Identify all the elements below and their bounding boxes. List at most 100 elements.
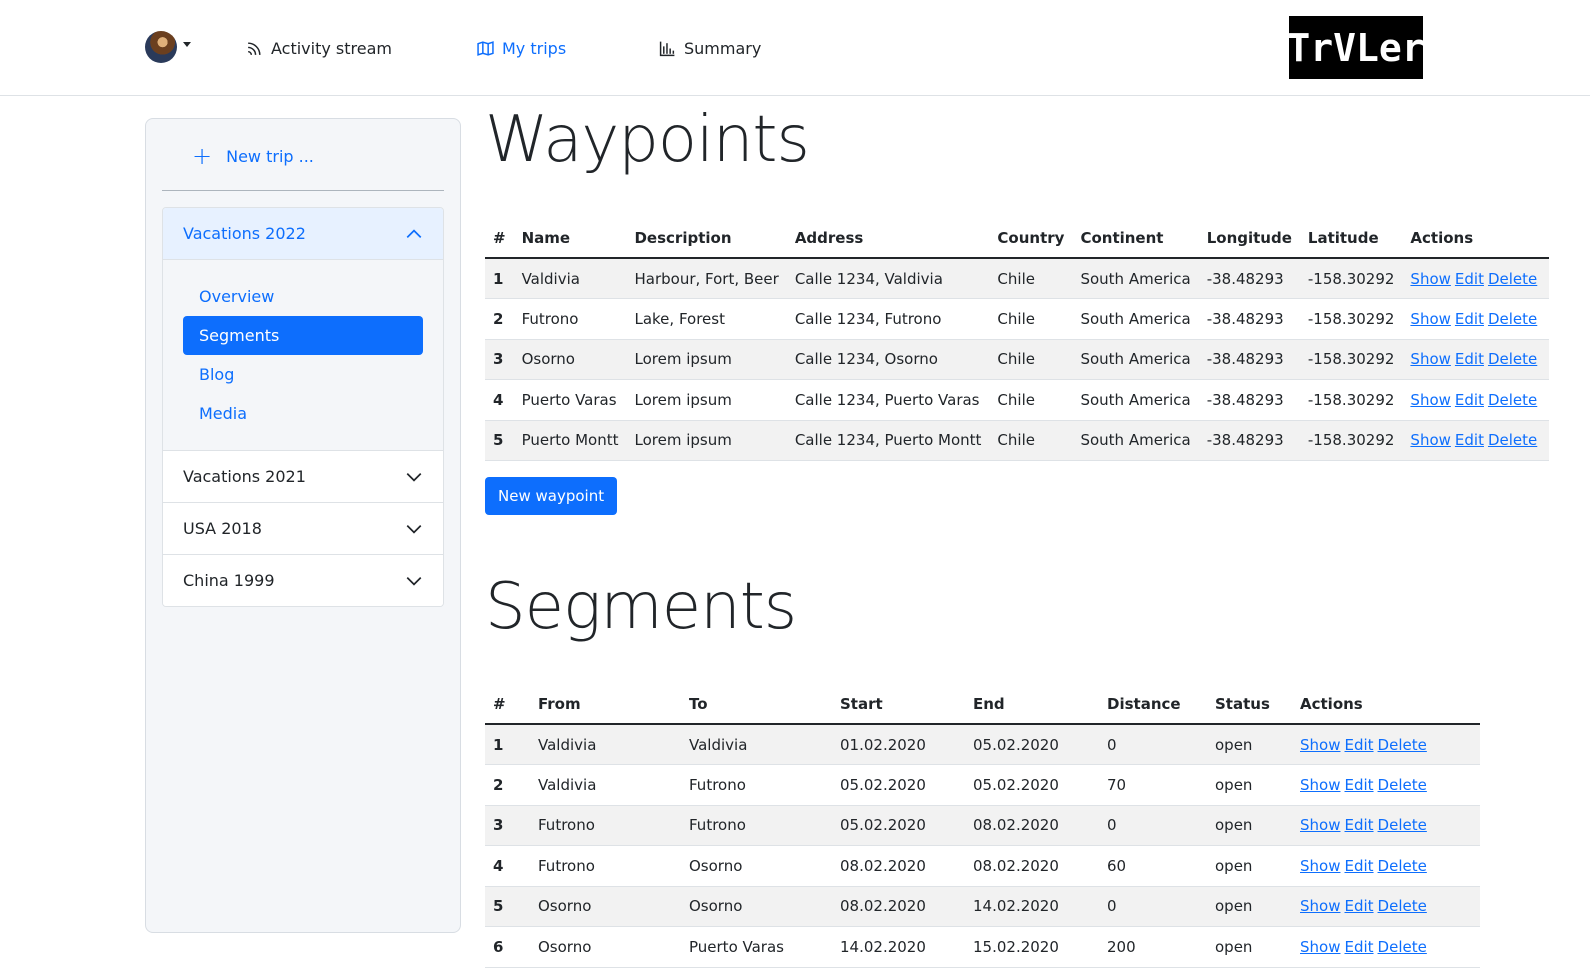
segment-header-cell: Distance xyxy=(1099,684,1207,725)
segment-header-cell: End xyxy=(965,684,1099,725)
waypoint-cell: Lake, Forest xyxy=(626,298,787,340)
new-trip-button[interactable]: + New trip ... xyxy=(192,144,314,168)
trip-vacations-2021-header[interactable]: Vacations 2021 xyxy=(163,450,443,502)
trip-item-media[interactable]: Media xyxy=(183,394,423,433)
segment-cell: 05.02.2020 xyxy=(832,805,965,846)
chevron-down-icon xyxy=(406,576,422,586)
delete-link[interactable]: Delete xyxy=(1488,270,1537,288)
new-waypoint-button[interactable]: New waypoint xyxy=(485,477,618,515)
segment-cell: Futrono xyxy=(530,805,681,846)
new-trip-label: New trip ... xyxy=(226,146,314,166)
caret-down-icon[interactable] xyxy=(183,42,191,47)
waypoint-cell: 3 xyxy=(485,339,514,380)
delete-link[interactable]: Delete xyxy=(1378,776,1427,794)
edit-link[interactable]: Edit xyxy=(1344,816,1373,834)
segment-header-cell: Actions xyxy=(1292,684,1480,725)
map-icon xyxy=(477,40,494,56)
waypoint-cell: -158.30292 xyxy=(1299,379,1403,421)
main-content: Waypoints # Name Description Address Country… xyxy=(485,96,1550,968)
waypoint-row: 2 Futrono Lake, Forest Calle 1234, Futrono C… xyxy=(485,298,1550,340)
waypoint-cell: -38.48293 xyxy=(1198,420,1300,461)
show-link[interactable]: Show xyxy=(1410,391,1450,409)
edit-link[interactable]: Edit xyxy=(1344,776,1373,794)
show-link[interactable]: Show xyxy=(1300,857,1340,875)
edit-link[interactable]: Edit xyxy=(1455,431,1484,449)
edit-link[interactable]: Edit xyxy=(1344,897,1373,915)
delete-link[interactable]: Delete xyxy=(1378,736,1427,754)
segment-cell: 08.02.2020 xyxy=(832,886,965,927)
nav-my-trips[interactable]: My trips xyxy=(477,36,566,60)
waypoint-cell: -158.30292 xyxy=(1299,298,1403,340)
show-link[interactable]: Show xyxy=(1300,776,1340,794)
trip-sidebar: + New trip ... Vacations 2022 Overview S… xyxy=(145,118,461,933)
segment-cell: 08.02.2020 xyxy=(832,845,965,887)
segment-cell: 0 xyxy=(1099,886,1207,927)
waypoint-cell: Calle 1234, Valdivia xyxy=(786,258,990,299)
segment-cell: 08.02.2020 xyxy=(965,845,1099,887)
waypoint-header-cell: # xyxy=(485,218,514,259)
trip-item-segments[interactable]: Segments xyxy=(183,316,423,355)
trip-item-blog[interactable]: Blog xyxy=(183,355,423,394)
trip-item-overview[interactable]: Overview xyxy=(183,277,423,316)
waypoint-actions-cell: Show Edit Delete xyxy=(1402,420,1550,461)
edit-link[interactable]: Edit xyxy=(1344,938,1373,956)
nav-summary[interactable]: Summary xyxy=(659,36,761,60)
show-link[interactable]: Show xyxy=(1300,816,1340,834)
waypoint-actions-cell: Show Edit Delete xyxy=(1402,298,1550,340)
waypoint-cell: Calle 1234, Futrono xyxy=(786,298,990,340)
segment-cell: 2 xyxy=(485,764,530,806)
trip-label: Vacations 2021 xyxy=(183,467,306,486)
delete-link[interactable]: Delete xyxy=(1378,857,1427,875)
edit-link[interactable]: Edit xyxy=(1455,310,1484,328)
delete-link[interactable]: Delete xyxy=(1488,350,1537,368)
segment-cell: 5 xyxy=(485,886,530,927)
delete-link[interactable]: Delete xyxy=(1488,431,1537,449)
delete-link[interactable]: Delete xyxy=(1378,897,1427,915)
waypoint-cell: Calle 1234, Osorno xyxy=(786,339,990,380)
segment-cell: 14.02.2020 xyxy=(965,886,1099,927)
segment-cell: open xyxy=(1207,845,1292,887)
waypoint-cell: South America xyxy=(1072,258,1199,299)
delete-link[interactable]: Delete xyxy=(1488,391,1537,409)
show-link[interactable]: Show xyxy=(1410,431,1450,449)
edit-link[interactable]: Edit xyxy=(1455,391,1484,409)
show-link[interactable]: Show xyxy=(1410,270,1450,288)
segment-cell: Futrono xyxy=(530,845,681,887)
waypoint-cell: 4 xyxy=(485,379,514,421)
waypoint-cell: South America xyxy=(1072,420,1199,461)
edit-link[interactable]: Edit xyxy=(1455,270,1484,288)
segment-header-cell: Status xyxy=(1207,684,1292,725)
waypoint-actions-cell: Show Edit Delete xyxy=(1402,339,1550,380)
segment-cell: 3 xyxy=(485,805,530,846)
show-link[interactable]: Show xyxy=(1410,310,1450,328)
show-link[interactable]: Show xyxy=(1300,897,1340,915)
segment-cell: 4 xyxy=(485,845,530,887)
delete-link[interactable]: Delete xyxy=(1378,816,1427,834)
waypoint-cell: Puerto Varas xyxy=(513,379,627,421)
waypoint-cell: South America xyxy=(1072,339,1199,380)
trip-usa-2018-header[interactable]: USA 2018 xyxy=(163,502,443,554)
waypoint-cell: 5 xyxy=(485,420,514,461)
waypoint-cell: Chile xyxy=(989,298,1073,340)
edit-link[interactable]: Edit xyxy=(1344,857,1373,875)
segment-cell: Puerto Varas xyxy=(681,926,832,968)
waypoint-header-cell: Longitude xyxy=(1198,218,1300,259)
nav-activity-stream[interactable]: Activity stream xyxy=(246,36,392,60)
segment-header-cell: To xyxy=(681,684,832,725)
trvler-logo[interactable]: TrVLer xyxy=(1287,16,1425,79)
edit-link[interactable]: Edit xyxy=(1344,736,1373,754)
trip-china-1999-header[interactable]: China 1999 xyxy=(163,554,443,606)
segments-header-row: # From To Start End Distance Status Actions xyxy=(485,684,1480,725)
segment-cell: 6 xyxy=(485,926,530,968)
edit-link[interactable]: Edit xyxy=(1455,350,1484,368)
segment-cell: Osorno xyxy=(530,886,681,927)
trip-vacations-2022-header[interactable]: Vacations 2022 xyxy=(163,208,443,260)
segment-cell: Osorno xyxy=(681,886,832,927)
delete-link[interactable]: Delete xyxy=(1488,310,1537,328)
delete-link[interactable]: Delete xyxy=(1378,938,1427,956)
waypoint-cell: Valdivia xyxy=(513,258,627,299)
show-link[interactable]: Show xyxy=(1410,350,1450,368)
show-link[interactable]: Show xyxy=(1300,938,1340,956)
show-link[interactable]: Show xyxy=(1300,736,1340,754)
user-avatar[interactable] xyxy=(145,31,177,63)
